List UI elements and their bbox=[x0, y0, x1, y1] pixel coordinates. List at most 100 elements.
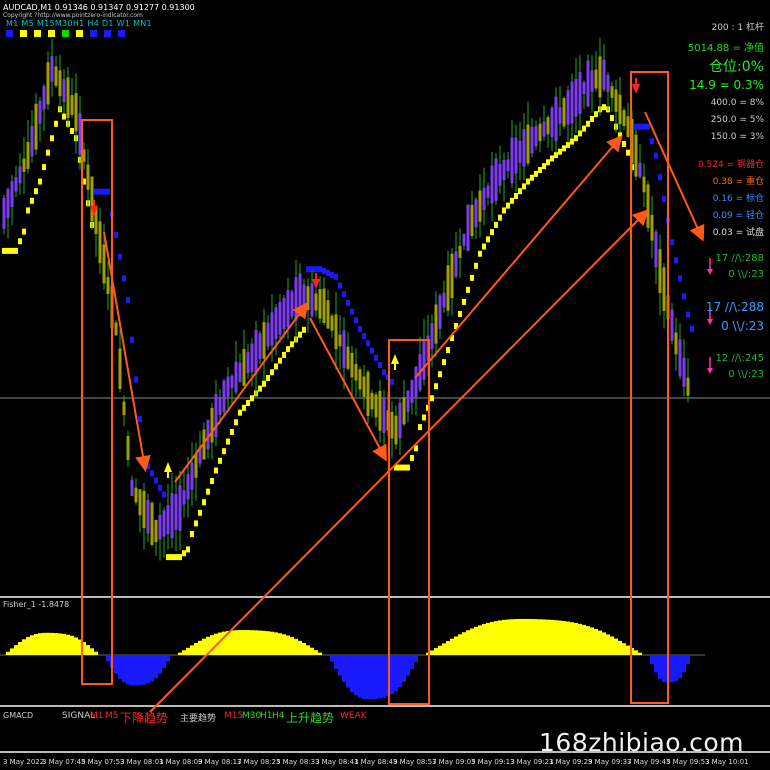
fisher-bar bbox=[86, 645, 90, 655]
trail-stop-mark bbox=[566, 141, 570, 148]
copyright-text: Copyright ?http://www.pointzero-indicato… bbox=[3, 12, 143, 19]
trail-stop-mark bbox=[98, 188, 102, 195]
fisher-bar bbox=[106, 655, 110, 662]
fisher-bar bbox=[486, 622, 490, 655]
candle-body bbox=[318, 289, 322, 319]
candle-body bbox=[358, 369, 362, 390]
trend-arrow bbox=[174, 301, 309, 483]
candle-body bbox=[190, 462, 194, 490]
candle-body bbox=[290, 291, 294, 317]
trail-stop-mark bbox=[34, 188, 38, 195]
trail-stop-mark bbox=[578, 130, 582, 137]
trail-stop-mark bbox=[530, 174, 534, 181]
fisher-bar bbox=[586, 626, 590, 655]
fisher-bar bbox=[118, 655, 122, 679]
trail-stop-mark bbox=[482, 243, 486, 250]
candle-body bbox=[438, 295, 442, 329]
trail-stop-mark bbox=[230, 428, 234, 435]
fisher-bar bbox=[590, 627, 594, 655]
fisher-bar bbox=[130, 655, 134, 686]
fisher-bar bbox=[494, 621, 498, 655]
fisher-bar bbox=[26, 636, 30, 655]
candle-body bbox=[230, 375, 234, 389]
fisher-bar bbox=[578, 623, 582, 655]
trail-stop-mark bbox=[634, 123, 638, 130]
candle-body bbox=[506, 159, 510, 171]
candle-body bbox=[258, 333, 262, 360]
trail-stop-mark bbox=[670, 239, 674, 246]
fisher-bar bbox=[138, 655, 142, 686]
trail-stop-mark bbox=[30, 197, 34, 204]
fisher-bar bbox=[330, 655, 334, 662]
fisher-bar bbox=[650, 655, 654, 664]
trail-stop-mark bbox=[338, 282, 342, 289]
fisher-bar bbox=[498, 620, 502, 655]
candle-body bbox=[238, 362, 242, 382]
trail-stop-mark bbox=[610, 115, 614, 121]
trail-stop-mark bbox=[266, 375, 270, 381]
risk-150: 150.0 = 3% bbox=[710, 132, 764, 142]
candle-body bbox=[570, 81, 574, 124]
fisher-bar bbox=[682, 655, 686, 673]
trail-stop-mark bbox=[246, 400, 250, 407]
fisher-bar bbox=[334, 655, 338, 669]
fisher-bar bbox=[574, 622, 578, 655]
candle-body bbox=[494, 158, 498, 201]
trend-arrow bbox=[644, 111, 705, 242]
trail-stop-mark bbox=[422, 414, 426, 421]
trail-stop-mark bbox=[46, 149, 50, 156]
fisher-bar bbox=[450, 638, 454, 655]
trend-square-3 bbox=[48, 30, 55, 37]
trail-stop-mark bbox=[546, 159, 550, 166]
stat-1b: 0 \\/:23 bbox=[728, 269, 764, 280]
candle-body bbox=[354, 363, 358, 381]
candle-body bbox=[138, 489, 142, 516]
trail-stop-mark bbox=[662, 195, 666, 202]
candle-body bbox=[334, 314, 338, 350]
trail-stop-mark bbox=[642, 123, 646, 130]
fisher-bar bbox=[238, 630, 242, 655]
gmacd-label: GMACD bbox=[3, 711, 34, 720]
candle-body bbox=[626, 116, 630, 138]
candle-body bbox=[346, 346, 350, 369]
trend-arrow bbox=[103, 231, 151, 472]
fisher-bar bbox=[442, 643, 446, 655]
candle-body bbox=[122, 401, 126, 416]
trail-stop-mark bbox=[494, 221, 498, 228]
candle-body bbox=[550, 107, 554, 137]
trail-stop-mark bbox=[258, 385, 262, 392]
fisher-bar bbox=[242, 630, 246, 655]
trail-stop-mark bbox=[14, 247, 18, 254]
candle-body bbox=[266, 322, 270, 347]
trail-stop-mark bbox=[126, 297, 130, 303]
candle-body bbox=[86, 164, 90, 190]
trail-stop-mark bbox=[674, 257, 678, 264]
signal-h4: H4 bbox=[272, 711, 285, 721]
candle-body bbox=[178, 485, 182, 531]
candle-body bbox=[162, 510, 166, 537]
trend-square-5 bbox=[76, 30, 83, 37]
trail-stop-mark bbox=[554, 152, 558, 159]
stat-3b: 0 \\/:23 bbox=[728, 369, 764, 380]
candle-body bbox=[446, 265, 450, 311]
candle-body bbox=[342, 330, 346, 368]
candle-body bbox=[670, 309, 674, 341]
candle-body bbox=[650, 214, 654, 241]
candle-body bbox=[406, 390, 410, 412]
fisher-bar bbox=[466, 630, 470, 655]
candle-body bbox=[26, 142, 30, 170]
trail-stop-mark bbox=[534, 170, 538, 177]
fisher-bar bbox=[554, 620, 558, 655]
candle-body bbox=[286, 290, 290, 328]
candle-body bbox=[566, 90, 570, 125]
down-arrow-icon bbox=[707, 368, 713, 374]
trail-stop-mark bbox=[218, 457, 222, 464]
fisher-bar bbox=[602, 632, 606, 655]
fisher-bar bbox=[350, 655, 354, 693]
candle-body bbox=[338, 334, 342, 347]
candle-body bbox=[394, 415, 398, 445]
fisher-bar bbox=[278, 633, 282, 655]
chart-canvas[interactable] bbox=[0, 0, 770, 770]
trend-square-0 bbox=[6, 30, 13, 37]
trail-stop-mark bbox=[526, 178, 530, 185]
